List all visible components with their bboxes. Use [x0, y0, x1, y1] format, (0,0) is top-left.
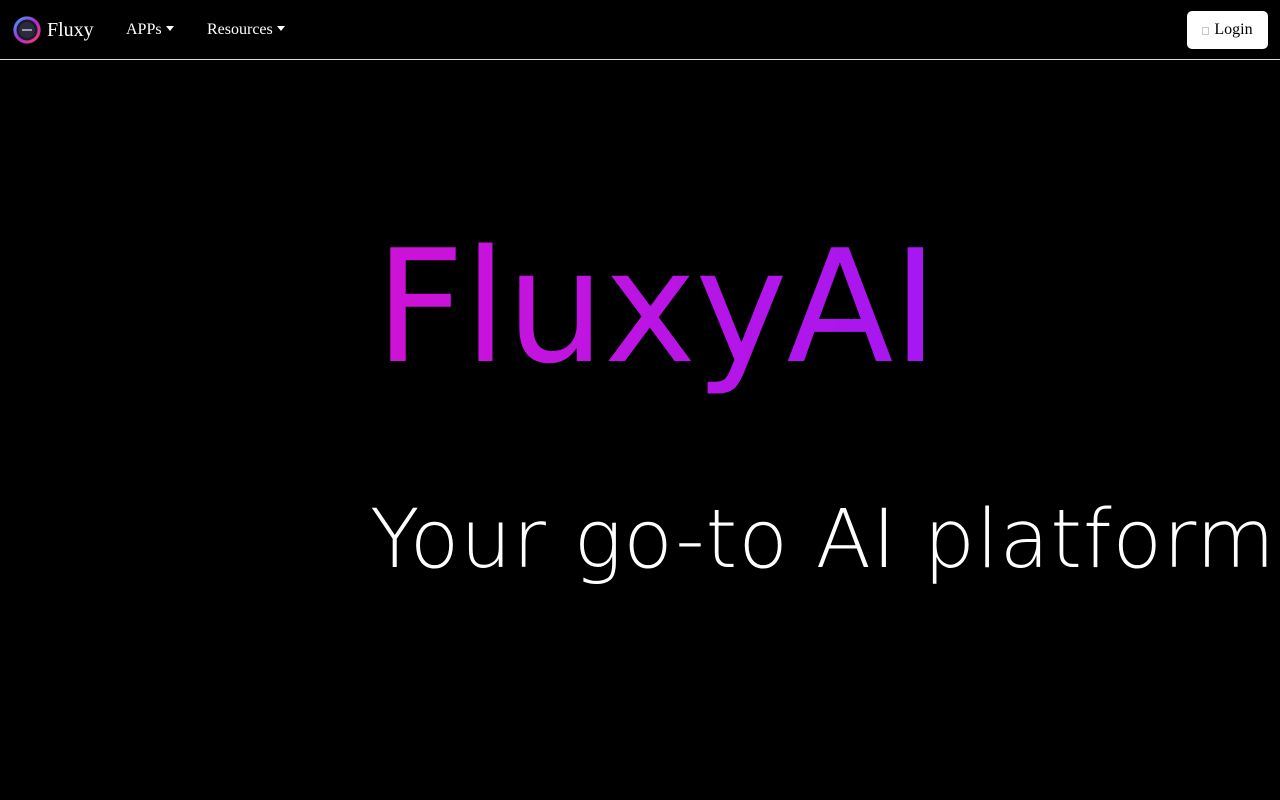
login-button[interactable]: Login [1187, 11, 1268, 49]
caret-down-icon [276, 25, 285, 31]
brand-name: Fluxy [47, 19, 94, 41]
caret-down-icon [165, 25, 174, 31]
fluxy-logo-icon [13, 16, 41, 44]
nav-dropdown-apps[interactable]: APPs [126, 19, 174, 41]
brand-link[interactable]: Fluxy [12, 15, 94, 45]
hero-title: FluxyAI [375, 212, 938, 402]
login-icon [1202, 27, 1210, 35]
top-navbar: Fluxy APPs Resources Login [0, 0, 1280, 60]
nav-dropdown-resources-label: Resources [207, 21, 273, 38]
hero-subtitle: Your go-to AI platform. [370, 493, 1280, 587]
nav-dropdown-resources[interactable]: Resources [207, 19, 285, 41]
login-button-label: Login [1214, 21, 1253, 38]
nav-dropdown-apps-label: APPs [126, 21, 162, 38]
